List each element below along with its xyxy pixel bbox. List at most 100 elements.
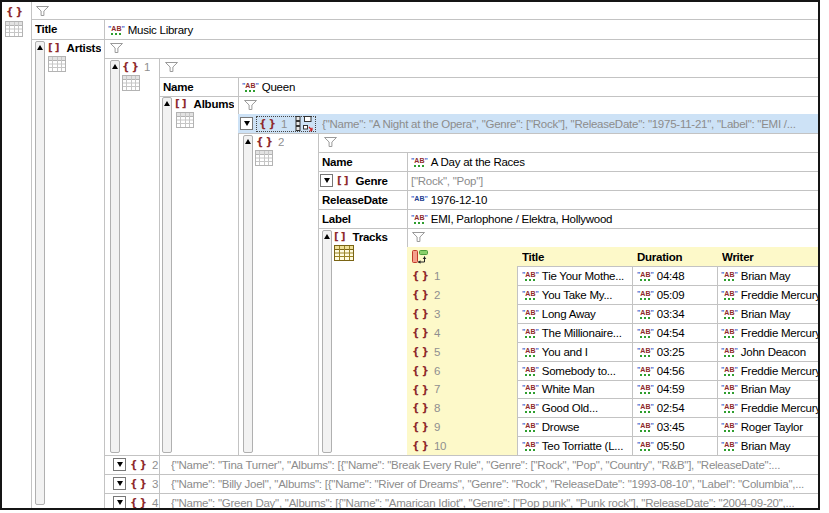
track-writer-text: Roger Taylor: [741, 421, 803, 433]
track-duration-cell[interactable]: "AB"05:09: [632, 285, 717, 304]
collapse-strip-artist1[interactable]: [110, 60, 120, 453]
collapse-strip-tracks[interactable]: [322, 230, 332, 453]
track-title-cell[interactable]: "AB"Tie Your Mothe...: [517, 266, 632, 285]
string-type-icon: "AB": [522, 309, 539, 319]
track-writer-cell[interactable]: "AB"Freddie Mercury: [717, 398, 818, 417]
track-duration-cell[interactable]: "AB"05:50: [632, 436, 717, 455]
tracks-table-view-icon[interactable]: [334, 245, 354, 261]
title-value[interactable]: "AB" Music Library: [108, 20, 508, 39]
expand-collapse-button[interactable]: [113, 458, 126, 471]
artist-row-3[interactable]: {}3{"Name": "Billy Joel", "Albums": [{"N…: [104, 474, 818, 493]
expand-collapse-button[interactable]: [113, 477, 126, 490]
track-writer-cell[interactable]: "AB"Brian May: [717, 436, 818, 455]
track-writer-cell[interactable]: "AB"Brian May: [717, 304, 818, 323]
track-title-cell[interactable]: "AB"White Man: [517, 380, 632, 398]
track-title-cell[interactable]: "AB"You and I: [517, 342, 632, 361]
tracks-col-header-duration[interactable]: Duration: [637, 247, 712, 266]
artists-table-view-icon[interactable]: [48, 56, 66, 72]
track-duration-cell[interactable]: "AB"04:59: [632, 380, 717, 398]
track-duration-cell[interactable]: "AB"03:34: [632, 304, 717, 323]
genre-expand-button[interactable]: [320, 174, 333, 187]
artist1-name-value[interactable]: "AB" Queen: [242, 77, 542, 96]
artist-row-1-handle[interactable]: {} 1: [122, 59, 150, 74]
track-title-cell[interactable]: "AB"You Take My...: [517, 285, 632, 304]
track-row-handle[interactable]: {}8: [407, 398, 517, 417]
string-type-icon: "AB": [721, 271, 738, 281]
expand-collapse-button[interactable]: [113, 496, 126, 509]
track-title-cell[interactable]: "AB"Long Away: [517, 304, 632, 323]
track-row-handle[interactable]: {}1: [407, 266, 517, 285]
track-row-handle[interactable]: {}4: [407, 323, 517, 342]
album2-genre-value[interactable]: ["Rock", "Pop"]: [411, 171, 711, 190]
row-index: 3: [434, 308, 440, 320]
object-icon: {}: [412, 346, 431, 357]
switch-view-icon[interactable]: [295, 116, 313, 132]
artist-row-4[interactable]: {}4{"Name": "Green Day", "Albums": [{"Na…: [104, 493, 818, 510]
album2-name-label[interactable]: Name: [322, 152, 402, 171]
track-writer-cell[interactable]: "AB"Freddie Mercury: [717, 361, 818, 380]
filter-icon-album2[interactable]: [324, 137, 337, 147]
album2-table-view-icon[interactable]: [255, 150, 273, 166]
tracks-col-header-title[interactable]: Title: [522, 247, 627, 266]
track-duration-text: 05:50: [657, 440, 685, 452]
track-writer-cell[interactable]: "AB"Brian May: [717, 380, 818, 398]
artists-property-label[interactable]: [] Artists: [48, 40, 101, 55]
artist1-table-view-icon[interactable]: [122, 75, 140, 91]
track-title-cell[interactable]: "AB"Somebody to...: [517, 361, 632, 380]
string-type-icon: "AB": [637, 384, 654, 394]
track-writer-cell[interactable]: "AB"Freddie Mercury: [717, 323, 818, 342]
string-type-icon: "AB": [522, 441, 539, 451]
track-row-handle[interactable]: {}5: [407, 342, 517, 361]
album-row-2-handle[interactable]: {} 2: [256, 134, 284, 149]
track-title-cell[interactable]: "AB"Teo Torriatte (L...: [517, 436, 632, 455]
track-duration-cell[interactable]: "AB"04:48: [632, 266, 717, 285]
track-title-cell[interactable]: "AB"Good Old...: [517, 398, 632, 417]
filter-icon-root[interactable]: [36, 6, 49, 16]
name-property-label[interactable]: Name: [163, 77, 233, 96]
filter-icon-artist1[interactable]: [165, 62, 178, 72]
collapse-strip-album2[interactable]: [243, 135, 253, 453]
expand-collapse-button[interactable]: [240, 117, 253, 130]
albums-property-label[interactable]: [] Albums: [175, 96, 234, 111]
track-row-handle[interactable]: {}7: [407, 380, 517, 398]
album2-label-value[interactable]: "AB" EMI, Parlophone / Elektra, Hollywoo…: [411, 209, 817, 228]
object-icon: {}: [412, 421, 431, 432]
transpose-table-icon[interactable]: [412, 249, 429, 264]
album2-genre-label[interactable]: [] Genre: [320, 171, 388, 190]
album2-releasedate-value[interactable]: "AB" 1976-12-10: [411, 190, 711, 209]
albums-table-view-icon[interactable]: [176, 112, 194, 128]
track-title-cell[interactable]: "AB"Drowse: [517, 417, 632, 436]
string-type-icon: "AB": [721, 309, 738, 319]
track-row-handle[interactable]: {}10: [407, 436, 517, 455]
track-duration-cell[interactable]: "AB"03:25: [632, 342, 717, 361]
artist-row-2[interactable]: {}2{"Name": "Tina Turner", "Albums": [{"…: [104, 455, 818, 474]
track-duration-cell[interactable]: "AB"03:45: [632, 417, 717, 436]
tracks-property-label[interactable]: [] Tracks: [334, 229, 388, 244]
track-title-cell[interactable]: "AB"The Millionaire...: [517, 323, 632, 342]
track-row-handle[interactable]: {}3: [407, 304, 517, 323]
tracks-col-header-writer[interactable]: Writer: [722, 247, 812, 266]
album2-releasedate-label[interactable]: ReleaseDate: [322, 190, 406, 209]
string-type-icon: "AB": [522, 366, 539, 376]
table-view-icon[interactable]: [5, 21, 23, 37]
album2-name-value[interactable]: "AB" A Day at the Races: [411, 152, 711, 171]
title-property-label[interactable]: Title: [35, 19, 101, 39]
track-row-handle[interactable]: {}6: [407, 361, 517, 380]
filter-icon-albums[interactable]: [244, 100, 257, 110]
collapse-strip-albums[interactable]: [162, 97, 172, 453]
track-writer-cell[interactable]: "AB"Brian May: [717, 266, 818, 285]
track-row-handle[interactable]: {}9: [407, 417, 517, 436]
track-writer-cell[interactable]: "AB"John Deacon: [717, 342, 818, 361]
album-row-1-selected[interactable]: {} 1 {"Name": "A Night at the Opera", "G…: [238, 114, 818, 133]
filter-icon-tracks[interactable]: [412, 232, 425, 242]
collapse-strip-artists[interactable]: [35, 41, 45, 505]
track-writer-cell[interactable]: "AB"Roger Taylor: [717, 417, 818, 436]
track-duration-cell[interactable]: "AB"04:56: [632, 361, 717, 380]
row-index: 1: [434, 270, 440, 282]
album2-label-label[interactable]: Label: [322, 209, 406, 228]
filter-icon-artists[interactable]: [110, 43, 123, 53]
track-row-handle[interactable]: {}2: [407, 285, 517, 304]
track-duration-cell[interactable]: "AB"02:54: [632, 398, 717, 417]
track-duration-cell[interactable]: "AB"04:54: [632, 323, 717, 342]
track-writer-cell[interactable]: "AB"Freddie Mercury: [717, 285, 818, 304]
